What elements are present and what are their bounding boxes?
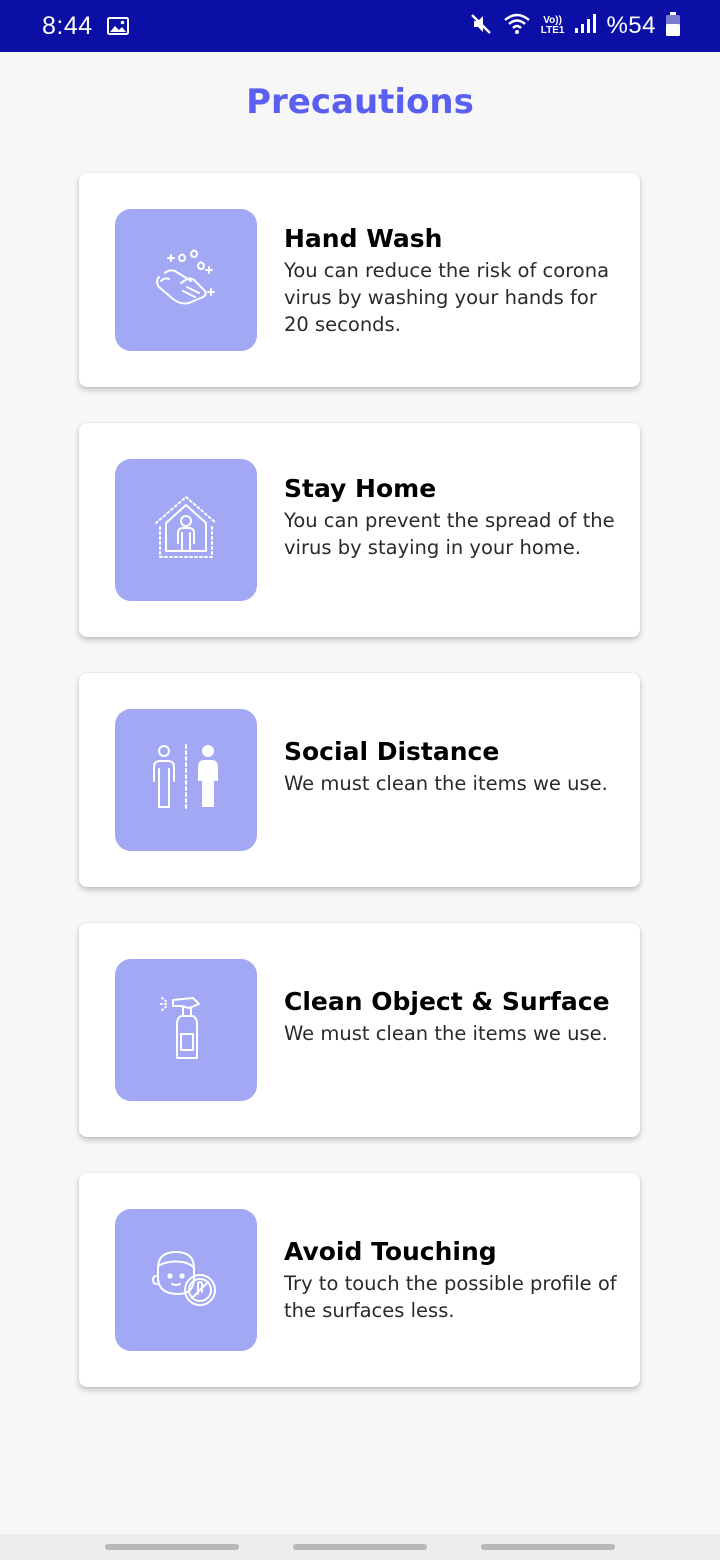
card-title: Hand Wash <box>284 224 443 253</box>
card-description: We must clean the items we use. <box>284 772 608 795</box>
gallery-icon <box>106 17 129 35</box>
back-button[interactable] <box>481 1544 615 1550</box>
card-text: Stay Home You can prevent the spread of … <box>284 473 620 561</box>
avoid-touching-icon <box>152 1246 220 1314</box>
signal-icon <box>574 13 597 39</box>
card-title: Clean Object & Surface <box>284 987 610 1016</box>
hand-wash-icon <box>151 247 221 313</box>
card-icon-box <box>115 709 257 851</box>
battery-icon <box>666 12 680 40</box>
page-title: Precautions <box>246 82 474 122</box>
status-bar: 8:44 Vo)) LTE1 %54 <box>0 0 720 52</box>
card-hand-wash[interactable]: Hand Wash You can reduce the risk of cor… <box>79 173 640 387</box>
lte-label: LTE1 <box>540 25 565 36</box>
card-avoid-touching[interactable]: Avoid Touching Try to touch the possible… <box>79 1173 640 1387</box>
card-description: You can reduce the risk of corona virus … <box>284 259 610 336</box>
home-button[interactable] <box>293 1544 427 1550</box>
card-icon-box <box>115 959 257 1101</box>
card-clean-object-surface[interactable]: Clean Object & Surface We must clean the… <box>79 923 640 1137</box>
recents-button[interactable] <box>105 1544 239 1550</box>
card-text: Hand Wash You can reduce the risk of cor… <box>284 223 620 338</box>
navigation-bar <box>0 1534 720 1560</box>
volte-icon: Vo)) LTE1 <box>541 16 565 36</box>
spray-bottle-icon <box>159 994 213 1066</box>
card-title: Stay Home <box>284 474 437 503</box>
status-time: 8:44 <box>42 11 93 40</box>
card-icon-box <box>115 459 257 601</box>
battery-percentage: %54 <box>606 12 656 39</box>
card-title: Avoid Touching <box>284 1237 497 1266</box>
card-text: Social Distance We must clean the items … <box>284 736 620 797</box>
stay-home-icon <box>152 493 220 567</box>
social-distance-icon <box>148 743 224 817</box>
card-text: Avoid Touching Try to touch the possible… <box>284 1236 620 1324</box>
card-icon-box <box>115 1209 257 1351</box>
status-icons: Vo)) LTE1 %54 <box>469 12 680 40</box>
card-text: Clean Object & Surface We must clean the… <box>284 986 620 1047</box>
mute-icon <box>469 12 493 40</box>
card-description: We must clean the items we use. <box>284 1022 608 1045</box>
card-icon-box <box>115 209 257 351</box>
card-social-distance[interactable]: Social Distance We must clean the items … <box>79 673 640 887</box>
card-description: You can prevent the spread of the virus … <box>284 509 615 559</box>
card-stay-home[interactable]: Stay Home You can prevent the spread of … <box>79 423 640 637</box>
card-description: Try to touch the possible profile of the… <box>284 1272 617 1322</box>
wifi-icon <box>503 12 531 40</box>
card-title: Social Distance <box>284 737 500 766</box>
